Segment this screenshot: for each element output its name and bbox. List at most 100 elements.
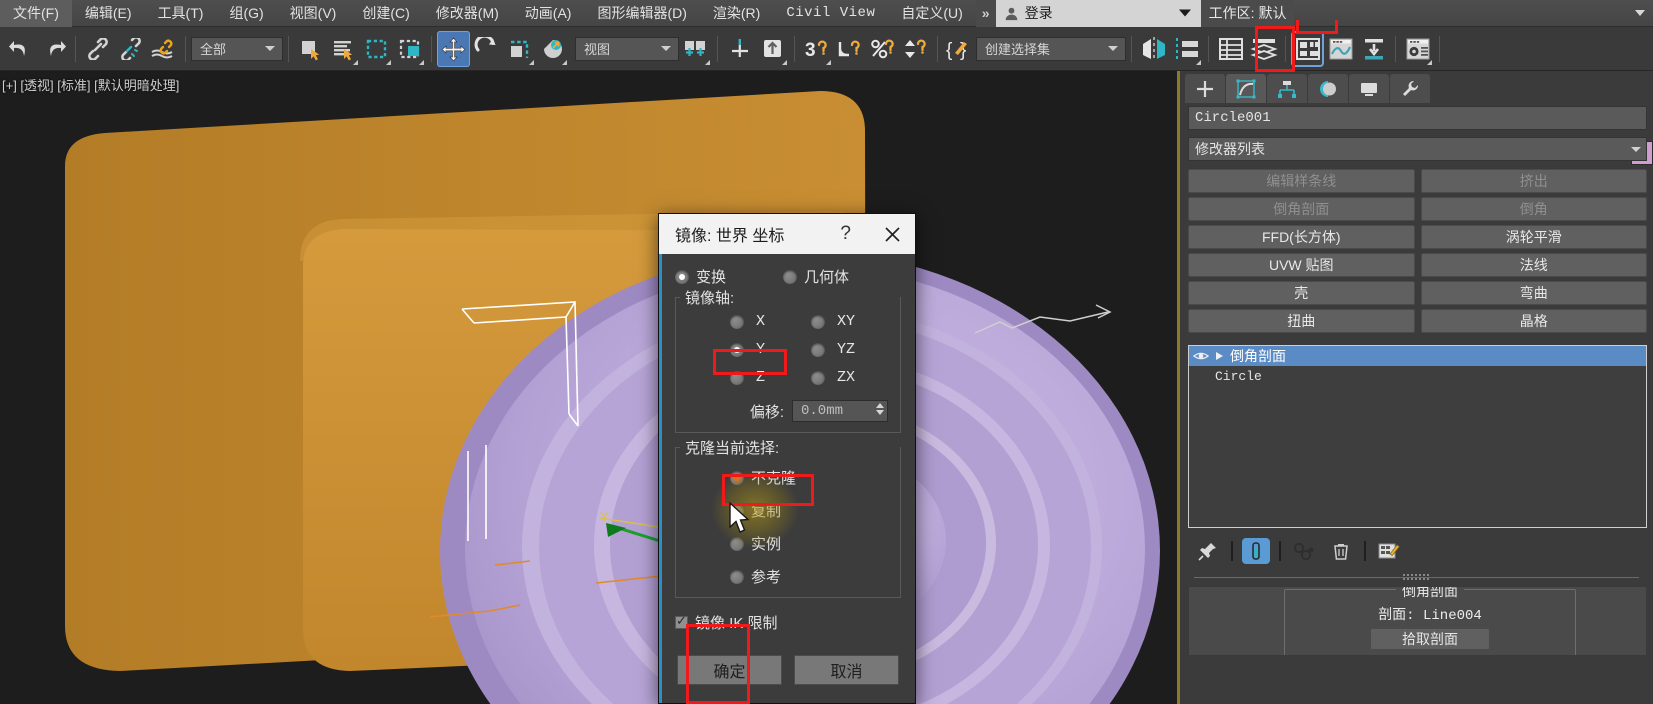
modifier-button-extrude[interactable]: 挤出 — [1420, 169, 1647, 193]
spinner-up-icon[interactable] — [876, 403, 884, 408]
modifier-stack[interactable]: 倒角剖面 Circle — [1188, 345, 1647, 528]
radio-no-clone[interactable]: 不克隆 — [730, 467, 892, 488]
radio-axis-xy[interactable]: XY — [811, 313, 892, 330]
radio-axis-x[interactable]: X — [730, 313, 811, 330]
unlink-selection-icon[interactable] — [114, 31, 147, 67]
radio-axis-x-indicator[interactable] — [730, 314, 744, 329]
viewport-label[interactable]: [+] [透视] [标准] [默认明暗处理] — [2, 75, 179, 94]
radio-instance-indicator[interactable] — [730, 536, 744, 551]
use-pivot-point-center-icon[interactable] — [679, 31, 712, 67]
redo-icon[interactable] — [37, 31, 70, 67]
rectangular-selection-region-icon[interactable] — [360, 31, 393, 67]
display-tab[interactable] — [1349, 74, 1389, 103]
align-panel-icon[interactable] — [1170, 31, 1203, 67]
rollout-grip-icon[interactable] — [1402, 572, 1431, 582]
select-object-icon[interactable] — [294, 31, 327, 67]
radio-axis-y[interactable]: Y — [730, 341, 811, 358]
material-editor-icon[interactable] — [1291, 30, 1324, 67]
reference-coordinate-dropdown[interactable]: 视图 — [575, 36, 679, 61]
modifier-stack-item-circle[interactable]: Circle — [1189, 366, 1646, 386]
modifier-stack-item-bevel-profile[interactable]: 倒角剖面 — [1189, 346, 1646, 366]
menu-item-animation[interactable]: 动画(A) — [512, 0, 585, 27]
radio-reference-indicator[interactable] — [730, 569, 744, 584]
spinner-snap-toggle-icon[interactable] — [899, 31, 932, 67]
modifier-button-twist[interactable]: 扭曲 — [1188, 309, 1415, 333]
modifier-list-dropdown[interactable]: 修改器列表 — [1188, 137, 1647, 161]
snaps-toggle-icon[interactable]: 3 — [800, 31, 833, 67]
radio-axis-zx-indicator[interactable] — [811, 370, 825, 385]
modifier-button-bevel-profile[interactable]: 倒角剖面 — [1188, 197, 1415, 221]
modifier-list-chevron-down-icon[interactable] — [1631, 147, 1641, 152]
modifier-button-ffd-box[interactable]: FFD(长方体) — [1188, 225, 1415, 249]
align-icon[interactable] — [756, 31, 789, 67]
login-button[interactable]: 登录 — [995, 0, 1201, 27]
workspace-selector[interactable]: 工作区: 默认 — [1200, 0, 1295, 27]
configure-modifier-sets-icon[interactable] — [1375, 538, 1403, 564]
menu-item-tools[interactable]: 工具(T) — [145, 0, 217, 27]
menubar-chevron-down-icon[interactable] — [1635, 10, 1645, 16]
perspective-viewport[interactable]: [+] [透视] [标准] [默认明暗处理] Y — [0, 71, 1177, 704]
bind-to-space-warp-icon[interactable] — [147, 31, 180, 67]
menu-item-edit[interactable]: 编辑(E) — [72, 0, 145, 27]
cancel-button[interactable]: 取消 — [794, 655, 899, 685]
modifier-button-bevel[interactable]: 倒角 — [1420, 197, 1647, 221]
mirror-ik-limits-checkbox[interactable]: 镜像 IK 限制 — [675, 612, 901, 633]
layer-explorer-icon[interactable] — [1214, 31, 1247, 67]
named-selection-set-dropdown[interactable]: 创建选择集 — [976, 36, 1126, 61]
radio-axis-z[interactable]: Z — [730, 369, 811, 386]
modifier-button-edit-spline[interactable]: 编辑样条线 — [1188, 169, 1415, 193]
dialog-title-bar[interactable]: 镜像: 世界 坐标 ? — [659, 214, 915, 254]
make-unique-icon[interactable] — [1290, 538, 1318, 564]
undo-icon[interactable] — [4, 31, 37, 67]
angle-snap-toggle-icon[interactable] — [833, 31, 866, 67]
menu-item-rendering[interactable]: 渲染(R) — [700, 0, 773, 27]
modifier-button-uvw-map[interactable]: UVW 贴图 — [1188, 253, 1415, 277]
help-icon[interactable]: ? — [840, 223, 851, 245]
menu-item-customize[interactable]: 自定义(U) — [888, 0, 975, 27]
select-by-name-icon[interactable] — [327, 31, 360, 67]
modifier-button-bend[interactable]: 弯曲 — [1420, 281, 1647, 305]
radio-transform[interactable]: 变换 — [675, 266, 783, 287]
radio-axis-yz[interactable]: YZ — [811, 341, 892, 358]
select-and-rotate-icon[interactable] — [470, 31, 503, 67]
radio-axis-xy-indicator[interactable] — [811, 314, 825, 329]
utilities-tab[interactable] — [1390, 74, 1430, 103]
window-crossing-toggle-icon[interactable] — [393, 31, 426, 67]
radio-copy[interactable]: 复制 — [730, 500, 892, 521]
expand-triangle-icon[interactable] — [1215, 351, 1224, 361]
menu-overflow-chevron-icon[interactable]: » — [975, 0, 996, 27]
mirror-panel-icon[interactable] — [1137, 31, 1170, 67]
radio-geometry-indicator[interactable] — [783, 269, 797, 284]
checkbox-indicator[interactable] — [675, 613, 688, 629]
curve-editor-icon[interactable] — [1324, 31, 1357, 67]
eye-icon[interactable] — [1193, 350, 1209, 362]
spinner-down-icon[interactable] — [876, 410, 884, 415]
hierarchy-tab[interactable] — [1267, 74, 1307, 103]
radio-geometry[interactable]: 几何体 — [783, 266, 849, 287]
percent-snap-toggle-icon[interactable] — [866, 31, 899, 67]
radio-instance[interactable]: 实例 — [730, 533, 892, 554]
select-and-place-icon[interactable] — [536, 31, 569, 67]
mirror-dialog[interactable]: 镜像: 世界 坐标 ? 变换 几何体 镜像轴: X XY Y YZ Z ZX 偏… — [658, 213, 916, 704]
menu-item-create[interactable]: 创建(C) — [349, 0, 422, 27]
radio-axis-zx[interactable]: ZX — [811, 369, 892, 386]
offset-spinner-arrows[interactable] — [876, 403, 884, 415]
menu-item-civil-view[interactable]: Civil View — [773, 0, 888, 27]
create-tab[interactable] — [1185, 74, 1225, 103]
offset-spinner[interactable]: 0.0mm — [792, 400, 888, 422]
edit-named-selection-sets-icon[interactable]: { } — [943, 31, 976, 67]
modify-tab[interactable] — [1226, 74, 1266, 103]
radio-reference[interactable]: 参考 — [730, 566, 892, 587]
render-setup-icon[interactable] — [1401, 31, 1434, 67]
pick-profile-button[interactable]: 拾取剖面 — [1370, 628, 1490, 650]
menu-item-modifiers[interactable]: 修改器(M) — [423, 0, 512, 27]
radio-axis-y-indicator[interactable] — [730, 342, 744, 357]
modifier-button-turbosmooth[interactable]: 涡轮平滑 — [1420, 225, 1647, 249]
radio-axis-yz-indicator[interactable] — [811, 342, 825, 357]
login-chevron-down-icon[interactable] — [1178, 9, 1191, 17]
radio-transform-indicator[interactable] — [675, 269, 689, 284]
scene-explorer-icon[interactable] — [1247, 31, 1280, 67]
select-and-move-icon[interactable] — [437, 30, 470, 67]
menu-item-views[interactable]: 视图(V) — [277, 0, 350, 27]
menu-item-file[interactable]: 文件(F) — [0, 0, 72, 27]
